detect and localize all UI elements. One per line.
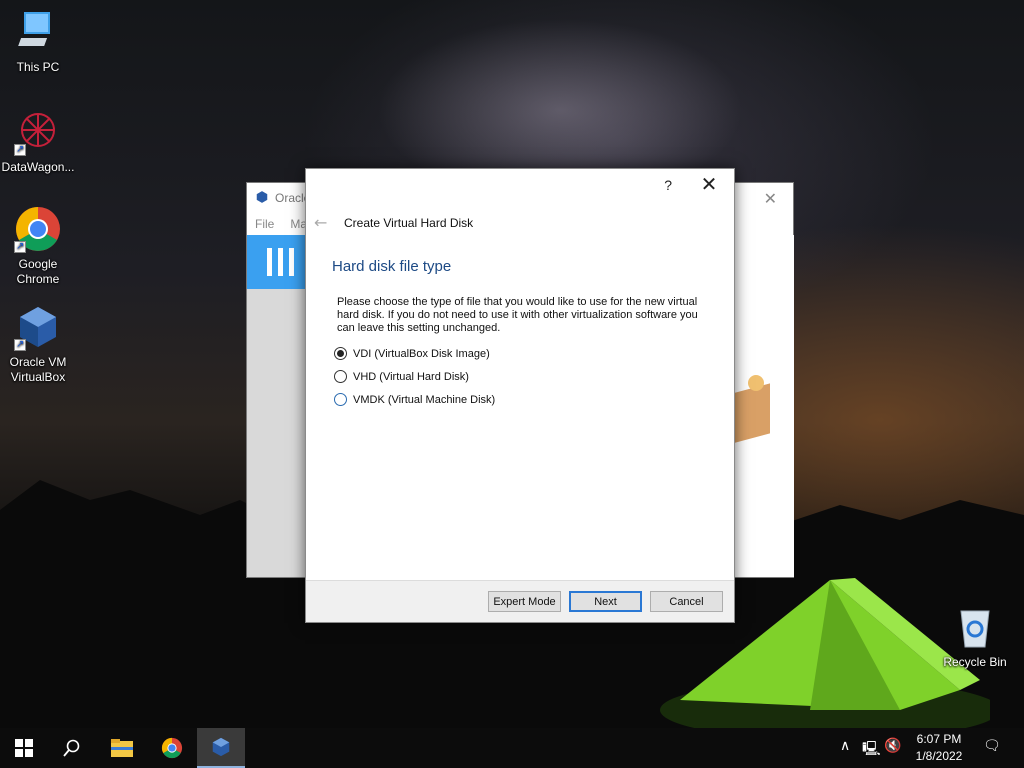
chrome-taskbar-button[interactable] bbox=[148, 728, 196, 768]
radio-option-vhd[interactable]: VHD (Virtual Hard Disk) bbox=[334, 370, 469, 383]
virtualbox-taskbar-button[interactable] bbox=[197, 728, 245, 768]
desktop-icon-virtualbox[interactable]: Oracle VM VirtualBox bbox=[0, 303, 76, 385]
next-button[interactable]: Next bbox=[569, 591, 642, 612]
volume-muted-icon[interactable]: 🔇 bbox=[884, 738, 901, 754]
radio-label: VDI (VirtualBox Disk Image) bbox=[353, 347, 490, 360]
desktop-icon-datawagon[interactable]: DataWagon... bbox=[0, 108, 76, 175]
close-button[interactable]: ✕ bbox=[698, 172, 720, 196]
chrome-icon bbox=[14, 205, 62, 254]
taskbar: ∧ 🖳 🔇 6:07 PM 1/8/2022 🗨 bbox=[0, 728, 1024, 768]
page-title: Hard disk file type bbox=[332, 258, 452, 275]
clock-date: 1/8/2022 bbox=[915, 749, 963, 763]
page-description: Please choose the type of file that you … bbox=[337, 296, 698, 334]
datawagon-icon bbox=[14, 108, 62, 157]
dialog-footer: Expert Mode Next Cancel bbox=[306, 580, 734, 622]
network-icon[interactable]: 🖳 bbox=[862, 738, 881, 762]
cancel-button[interactable]: Cancel bbox=[650, 591, 723, 612]
radio-button[interactable] bbox=[334, 370, 347, 383]
help-button[interactable]: ? bbox=[664, 177, 672, 193]
expert-mode-button[interactable]: Expert Mode bbox=[488, 591, 561, 612]
welcome-panel bbox=[734, 235, 794, 577]
radio-button-checked[interactable] bbox=[334, 347, 347, 360]
desktop-icon-google-chrome[interactable]: Google Chrome bbox=[0, 205, 76, 287]
windows-start-icon bbox=[15, 739, 33, 757]
wizard-header: ← Create Virtual Hard Disk bbox=[314, 213, 473, 232]
desktop-icon-this-pc[interactable]: This PC bbox=[0, 8, 76, 75]
shortcut-arrow-icon bbox=[14, 142, 26, 157]
clock[interactable]: 6:07 PM 1/8/2022 bbox=[906, 731, 972, 765]
shortcut-arrow-icon bbox=[14, 239, 26, 254]
toolbox-illustration bbox=[734, 375, 770, 443]
machine-list-panel bbox=[247, 289, 307, 577]
tools-button[interactable] bbox=[247, 235, 307, 289]
desktop-icon-label: DataWagon... bbox=[1, 160, 75, 174]
search-button[interactable] bbox=[48, 728, 96, 768]
radio-label: VMDK (Virtual Machine Disk) bbox=[353, 393, 496, 406]
virtualbox-icon bbox=[212, 737, 230, 757]
file-explorer-icon bbox=[111, 739, 133, 757]
dialog-titlebar: ? ✕ bbox=[306, 169, 734, 201]
recycle-bin-icon bbox=[951, 603, 999, 651]
virtualbox-icon bbox=[14, 303, 62, 352]
desktop-icon-label: This PC bbox=[16, 60, 60, 74]
back-arrow-icon[interactable]: ← bbox=[314, 213, 338, 232]
radio-option-vmdk[interactable]: VMDK (Virtual Machine Disk) bbox=[334, 393, 495, 406]
notification-icon[interactable]: 🗨 bbox=[983, 738, 1001, 754]
desktop-icon-label: Oracle VM VirtualBox bbox=[9, 355, 67, 384]
computer-icon bbox=[14, 8, 62, 56]
clock-time: 6:07 PM bbox=[916, 732, 962, 746]
shortcut-arrow-icon bbox=[14, 337, 26, 352]
tools-icon bbox=[267, 248, 294, 276]
desktop-icon-recycle-bin[interactable]: Recycle Bin bbox=[937, 603, 1013, 670]
chrome-icon bbox=[161, 737, 183, 759]
radio-button[interactable] bbox=[334, 393, 347, 406]
chevron-up-icon[interactable]: ∧ bbox=[840, 738, 850, 754]
desktop-icon-label: Google Chrome bbox=[16, 257, 60, 286]
desktop-icon-label: Recycle Bin bbox=[943, 655, 1007, 669]
radio-label: VHD (Virtual Hard Disk) bbox=[353, 370, 469, 383]
wizard-title: Create Virtual Hard Disk bbox=[344, 215, 474, 230]
close-icon[interactable]: ✕ bbox=[764, 189, 777, 208]
file-explorer-button[interactable] bbox=[98, 728, 146, 768]
start-button[interactable] bbox=[0, 728, 48, 768]
virtualbox-icon bbox=[255, 190, 269, 207]
create-virtual-hard-disk-dialog: ? ✕ ← Create Virtual Hard Disk Hard disk… bbox=[305, 168, 735, 623]
radio-option-vdi[interactable]: VDI (VirtualBox Disk Image) bbox=[334, 347, 490, 360]
search-icon bbox=[63, 739, 80, 757]
menu-item-file[interactable]: File bbox=[255, 217, 274, 231]
